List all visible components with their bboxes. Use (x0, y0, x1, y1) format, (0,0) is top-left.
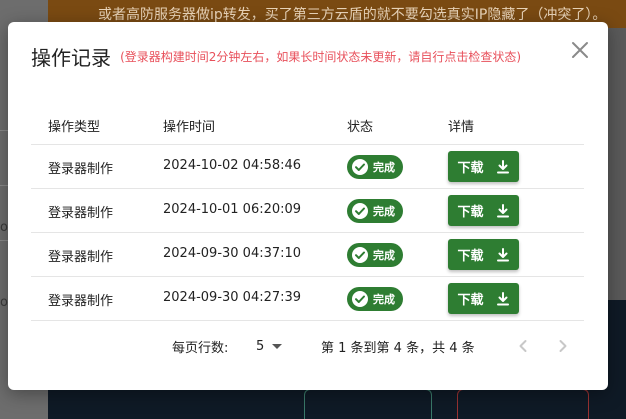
dialog-subtitle: (登录器构建时间2分钟左右，如果长时间状态未更新，请自行点击检查状态) (120, 50, 522, 64)
prev-page-button[interactable] (511, 334, 535, 358)
rows-per-page-value: 5 (256, 338, 265, 354)
download-label: 下载 (457, 249, 484, 264)
dialog-header: 操作记录 (登录器构建时间2分钟左右，如果长时间状态未更新，请自行点击检查状态) (31, 42, 521, 71)
pagination-range-text: 第 1 条到第 4 条，共 4 条 (321, 341, 475, 356)
check-circle-icon (352, 247, 368, 263)
chevron-left-icon (519, 340, 527, 352)
background-button (457, 389, 589, 419)
download-icon (496, 291, 509, 305)
status-badge: 完成 (347, 155, 403, 179)
operation-time: 2024-09-30 04:27:39 (163, 290, 302, 305)
operation-type: 登录器制作 (48, 250, 114, 265)
next-page-button[interactable] (551, 334, 575, 358)
rows-per-page-select[interactable]: 5 (256, 334, 283, 358)
operation-type: 登录器制作 (48, 162, 114, 177)
column-header-detail: 详情 (448, 120, 475, 135)
operation-log-dialog: 操作记录 (登录器构建时间2分钟左右，如果长时间状态未更新，请自行点击检查状态)… (8, 22, 608, 390)
check-circle-icon (352, 203, 368, 219)
table-row: 登录器制作 2024-09-30 04:37:10 完成 下载 (31, 233, 584, 277)
operation-time: 2024-10-02 04:58:46 (163, 158, 302, 173)
status-label: 完成 (373, 249, 395, 262)
download-button[interactable]: 下载 (448, 195, 519, 226)
chevron-right-icon (559, 340, 567, 352)
table-row: 登录器制作 2024-09-30 04:27:39 完成 下载 (31, 277, 584, 321)
operation-type: 登录器制作 (48, 206, 114, 221)
background-left-text: o (0, 295, 8, 310)
download-button[interactable]: 下载 (448, 283, 519, 314)
download-button[interactable]: 下载 (448, 151, 519, 182)
operation-time: 2024-09-30 04:37:10 (163, 246, 302, 261)
status-label: 完成 (373, 205, 395, 218)
column-header-type: 操作类型 (48, 120, 101, 135)
download-label: 下载 (457, 293, 484, 308)
operation-type: 登录器制作 (48, 294, 114, 309)
status-badge: 完成 (347, 287, 403, 311)
background-banner-text: 或者高防服务器做ip转发，买了第三方云盾的就不要勾选真实IP隐藏了（冲突了）。 (98, 7, 607, 23)
status-badge: 完成 (347, 243, 403, 267)
column-header-status: 状态 (347, 120, 374, 135)
check-circle-icon (352, 159, 368, 175)
rows-per-page-label: 每页行数: (172, 341, 229, 356)
table-row: 登录器制作 2024-10-02 04:58:46 完成 下载 (31, 145, 584, 189)
caret-down-icon (272, 343, 283, 349)
download-icon (496, 247, 509, 261)
download-icon (496, 203, 509, 217)
download-label: 下载 (457, 205, 484, 220)
status-badge: 完成 (347, 199, 403, 223)
check-circle-icon (352, 291, 368, 307)
download-button[interactable]: 下载 (448, 239, 519, 270)
background-left-text: o (0, 220, 8, 235)
close-icon (572, 42, 588, 58)
download-icon (496, 159, 509, 173)
operation-time: 2024-10-01 06:20:09 (163, 202, 302, 217)
pagination-bar: 每页行数: 5 第 1 条到第 4 条，共 4 条 (8, 334, 608, 358)
column-header-time: 操作时间 (163, 120, 216, 135)
status-label: 完成 (373, 161, 395, 174)
close-button[interactable] (568, 38, 592, 62)
table-row: 登录器制作 2024-10-01 06:20:09 完成 下载 (31, 189, 584, 233)
download-label: 下载 (457, 161, 484, 176)
background-button (304, 389, 432, 419)
operation-table: 操作类型 操作时间 状态 详情 登录器制作 2024-10-02 04:58:4… (31, 104, 584, 321)
table-header-row: 操作类型 操作时间 状态 详情 (31, 104, 584, 145)
dialog-title: 操作记录 (31, 46, 111, 70)
status-label: 完成 (373, 293, 395, 306)
